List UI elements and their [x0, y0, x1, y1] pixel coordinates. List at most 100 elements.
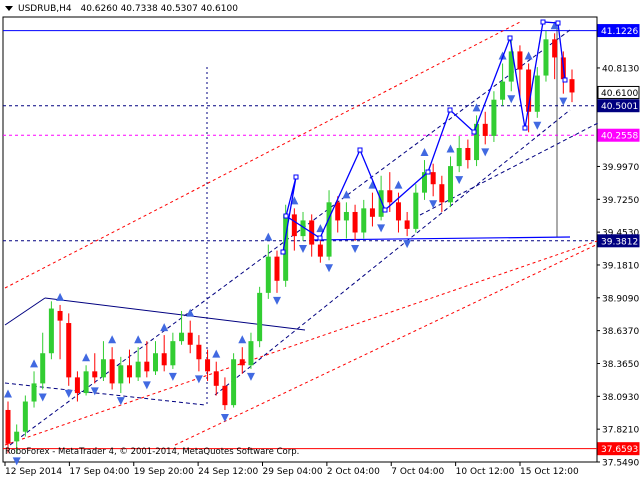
x-tick-label: 2 Oct 04:00 — [327, 467, 380, 477]
channel-line — [419, 122, 599, 216]
candle-body — [543, 39, 549, 76]
candle-body — [534, 75, 540, 112]
symbol-label: USDRUB,H4 — [18, 4, 72, 14]
fractal-down-icon — [351, 244, 360, 253]
symbol-dropdown-icon[interactable] — [5, 6, 13, 11]
candle-body — [5, 409, 11, 444]
candle-body — [326, 202, 332, 257]
triangle-line — [4, 297, 46, 326]
fractal-up-icon — [342, 190, 351, 199]
candle-body — [31, 383, 37, 402]
fractal-up-icon — [212, 349, 221, 358]
x-tick-label: 10 Oct 12:00 — [456, 467, 515, 477]
fractal-up-icon — [160, 323, 169, 332]
candle-body — [187, 332, 193, 345]
fractal-down-icon — [325, 264, 334, 273]
fractal-down-icon — [299, 244, 308, 253]
candle-body — [74, 377, 80, 394]
y-tick-label: 39.7250 — [602, 196, 639, 206]
fractal-up-icon — [4, 389, 12, 398]
candle-body — [430, 172, 436, 185]
triangle-line — [44, 297, 306, 331]
fractal-down-icon — [116, 397, 125, 406]
fractal-down-icon — [272, 296, 281, 305]
candle-body — [118, 365, 124, 384]
fractal-down-icon — [507, 95, 516, 104]
candle-body — [57, 310, 63, 321]
fractal-down-icon — [533, 121, 542, 130]
candle-body — [222, 385, 228, 406]
trend-channel-line — [174, 242, 601, 446]
x-tick-label: 15 Oct 12:00 — [520, 467, 579, 477]
candle-body — [317, 244, 323, 257]
candle-body — [404, 220, 410, 229]
y-tick-label: 40.5001 — [601, 102, 638, 112]
candle-body — [196, 344, 202, 360]
candle-body — [517, 51, 523, 70]
fractal-up-icon — [56, 292, 65, 301]
candle-body — [239, 359, 245, 366]
candle-body — [413, 192, 419, 229]
copyright-text: RoboForex - MetaTrader 4, © 2001-2014, M… — [5, 447, 300, 457]
fractal-down-icon — [481, 148, 490, 157]
candle-body — [48, 308, 54, 354]
wave-point — [317, 235, 323, 241]
candle-body — [291, 214, 297, 237]
wave-point — [382, 207, 388, 213]
fractal-down-icon — [168, 372, 177, 381]
wave-path — [282, 21, 566, 253]
candle-body — [352, 211, 358, 233]
wave-point — [283, 213, 289, 219]
fractal-up-icon — [264, 232, 273, 241]
wave-point — [425, 169, 431, 175]
fractal-down-icon — [403, 240, 412, 249]
x-tick-label: 12 Sep 2014 — [5, 467, 62, 477]
candle-body — [40, 353, 46, 384]
fractal-down-icon — [38, 393, 47, 402]
candle-body — [83, 371, 89, 394]
fractal-up-icon — [394, 180, 403, 189]
candle-body — [205, 359, 211, 372]
fractal-up-icon — [134, 335, 143, 344]
fractal-up-icon — [82, 353, 91, 362]
ohlc-values: 40.6260 40.7338 40.5307 40.6100 — [80, 4, 238, 14]
candle-body — [456, 147, 462, 167]
fractal-up-icon — [524, 51, 533, 60]
candle-body — [231, 359, 237, 406]
fractal-down-icon — [64, 389, 73, 398]
fractal-up-icon — [238, 335, 247, 344]
y-tick-label: 38.6370 — [602, 327, 639, 337]
candle-body — [448, 166, 454, 203]
candle-body — [109, 359, 115, 384]
candle-body — [126, 365, 132, 378]
y-tick-label: 37.8210 — [602, 426, 639, 436]
x-tick-label: 17 Sep 04:00 — [69, 467, 129, 477]
fractal-down-icon — [377, 224, 386, 233]
wave-point — [357, 147, 363, 153]
trend-channel-line — [4, 239, 601, 446]
candle-body — [500, 81, 506, 100]
candle-body — [100, 359, 106, 378]
wave-point — [280, 249, 286, 255]
candle-body — [265, 256, 271, 293]
candle-body — [465, 147, 471, 161]
fractal-down-icon — [220, 413, 229, 422]
price-chart[interactable]: 41.1226 40.8130 40.6100 40.5001 40.2558 39.99… — [0, 0, 640, 480]
fractal-down-icon — [455, 176, 464, 185]
support-line — [309, 236, 571, 241]
fractal-down-icon — [246, 372, 255, 381]
trend-channel-line — [4, 21, 521, 289]
candle-body — [395, 202, 401, 221]
wave-point — [507, 35, 513, 41]
candle-body — [153, 353, 159, 372]
candle-body — [569, 79, 575, 93]
y-tick-label: 38.3650 — [602, 360, 639, 370]
candle-body — [482, 123, 488, 136]
candle-body — [335, 202, 341, 221]
candle-body — [257, 292, 263, 342]
wave-point — [293, 174, 299, 180]
chart-header: USDRUB,H4 40.6260 40.7338 40.5307 40.610… — [18, 4, 238, 14]
candle-body — [439, 184, 445, 203]
wave-point — [562, 77, 568, 83]
y-tick-label: 37.6593 — [601, 445, 638, 455]
